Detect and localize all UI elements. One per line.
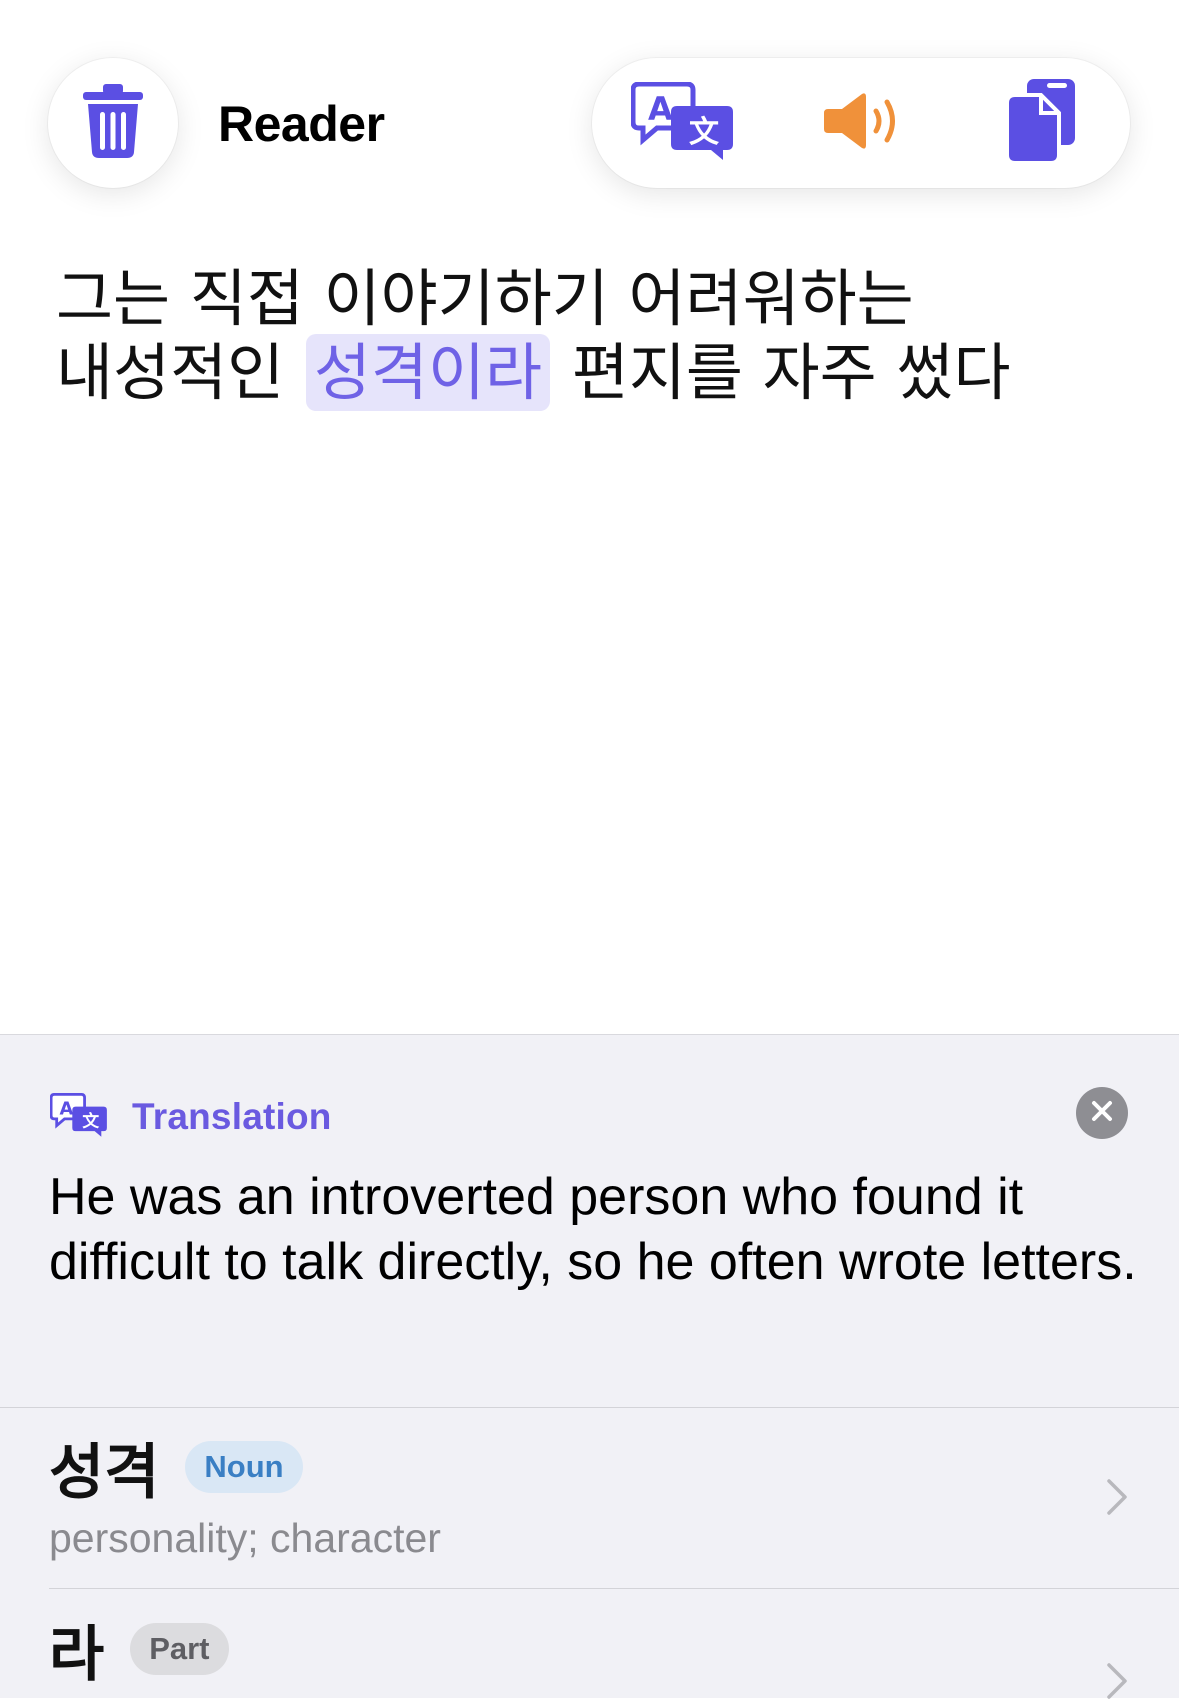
copy-icon [1005, 78, 1077, 168]
part-of-speech-badge: Noun [185, 1441, 303, 1493]
part-of-speech-badge: Part [130, 1623, 229, 1675]
copy-button[interactable] [987, 76, 1097, 170]
close-button[interactable] [1076, 1087, 1128, 1139]
passage-line: 내성적인 성격이라 편지를 자주 썼다 [56, 334, 1136, 411]
translation-sheet: A 文 Translation He was an introverted pe… [0, 1034, 1179, 1699]
word-text: 라 [49, 1619, 105, 1690]
delete-button[interactable] [48, 58, 178, 188]
chevron-right-icon [1105, 1661, 1129, 1706]
word-breakdown-item[interactable]: 라 Part [49, 1613, 1129, 1699]
translate-icon: A 文 [49, 1092, 108, 1142]
divider [0, 1407, 1179, 1408]
passage-line: 그는 직접 이야기하기 어려워하는 [56, 262, 914, 335]
word-definition: personality; character [49, 1515, 441, 1561]
passage-word[interactable]: 내성적인 [56, 336, 284, 409]
reader-passage: 그는 직접 이야기하기 어려워하는 내성적인 성격이라 편지를 자주 썼다 [56, 262, 1136, 411]
svg-text:文: 文 [82, 1110, 99, 1130]
action-toolbar: A 文 [592, 58, 1130, 188]
speaker-icon [824, 91, 902, 156]
svg-text:A: A [59, 1098, 73, 1119]
translation-label: Translation [132, 1096, 332, 1137]
word-text: 성격 [49, 1437, 160, 1508]
trash-icon [81, 83, 145, 163]
chevron-right-icon [1105, 1477, 1129, 1522]
translation-header: A 文 Translation [49, 1091, 332, 1143]
svg-text:文: 文 [689, 115, 719, 150]
translate-button[interactable]: A 文 [628, 76, 738, 170]
word-breakdown-item[interactable]: 성격 Noun personality; character [49, 1431, 1129, 1562]
speak-button[interactable] [808, 76, 918, 170]
translation-text: He was an introverted person who found i… [49, 1168, 1137, 1291]
close-icon [1091, 1100, 1113, 1127]
svg-text:A: A [648, 90, 673, 128]
divider [49, 1588, 1179, 1589]
highlighted-word[interactable]: 성격이라 [305, 334, 551, 411]
page-title: Reader [218, 96, 385, 152]
translate-icon: A 文 [630, 81, 735, 165]
passage-word[interactable]: 편지를 자주 썼다 [572, 336, 1011, 409]
